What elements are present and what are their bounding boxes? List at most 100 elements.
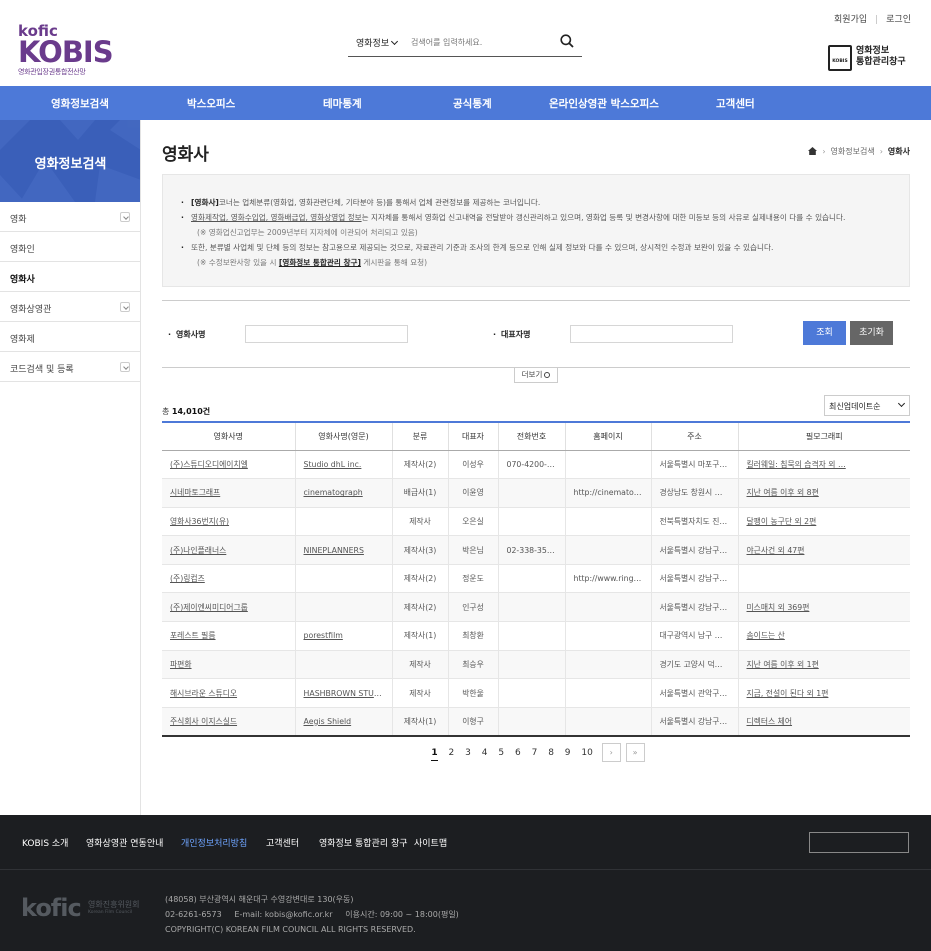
table-cell[interactable]: 영화사36번지(유) [162,507,295,537]
table-cell[interactable]: 주식회사 이지스실드 [162,707,295,737]
chevron-down-icon[interactable] [120,302,130,312]
last-page-button[interactable]: » [625,743,645,762]
sidebar-item-code[interactable]: 코드검색 및 등록 [0,352,140,382]
gnb-theme-stats[interactable]: 테마통계 [323,96,362,111]
table-cell [294,592,392,623]
search-category-select[interactable]: 영화정보 [356,36,399,49]
table-cell[interactable]: 달팽이 농구단 외 2편 [737,507,910,537]
column-header: 필모그래피 [737,422,910,451]
chevron-down-icon[interactable] [120,212,130,222]
table-cell[interactable]: Studio dhL inc. [294,450,392,480]
login-link[interactable]: 로그인 [886,12,911,25]
table-cell[interactable]: 솜이드는 산 [737,621,910,651]
footer-link-about[interactable]: KOBIS 소개 [22,836,68,849]
table-cell[interactable]: 파편화 [162,650,295,680]
table-cell[interactable]: HASHBROWN STUDIO [294,678,392,708]
table-cell[interactable]: Aegis Shield [294,707,392,737]
table-cell[interactable]: 해시브라운 스튜디오 [162,678,295,708]
gnb-movie-search[interactable]: 영화정보검색 [51,96,109,111]
footer-link-theater-integration[interactable]: 영화상영관 연동안내 [86,836,163,849]
table-cell[interactable]: 포레스트 필름 [162,621,295,651]
total-count: 총 14,010건 [162,406,210,417]
table-cell [294,507,392,537]
table-cell[interactable]: 디렉터스 체어 [737,707,910,737]
footer-link-privacy[interactable]: 개인정보처리방침 [181,836,247,849]
search-input[interactable] [411,34,551,50]
table-cell[interactable]: (주)링컴즈 [162,564,295,594]
gnb-boxoffice[interactable]: 박스오피스 [187,96,235,111]
table-cell[interactable]: (주)제이엔씨미디어그룹 [162,592,295,623]
footer-link-support[interactable]: 고객센터 [266,836,299,849]
table-cell[interactable]: 시네마토그래프 [162,478,295,508]
table-cell [564,707,651,737]
page-link[interactable]: 9 [565,743,571,763]
info-portal-link[interactable]: KOBIS 영화정보 통합관리창구 [828,45,918,73]
sidebar-item-movie[interactable]: 영화 [0,202,140,232]
sidebar-item-festival[interactable]: 영화제 [0,322,140,352]
table-cell: 대구광역시 남구 … [650,621,738,651]
page-link[interactable]: 7 [532,743,538,763]
page-link[interactable]: 8 [548,743,554,763]
page-link[interactable]: 2 [449,743,455,763]
table-cell: 오은실 [447,507,498,537]
ceo-name-label: 대표자명 [493,329,530,340]
page-link[interactable]: 6 [515,743,521,763]
chevron-down-icon [391,37,399,46]
table-cell[interactable]: (주)스튜디오디에이치엘 [162,450,295,480]
table-cell[interactable]: 지난 여름 이후 외 1편 [737,650,910,680]
search-button[interactable]: 조회 [803,321,846,345]
home-icon[interactable] [808,147,818,155]
page-link[interactable]: 10 [581,743,592,763]
gnb-customer-center[interactable]: 고객센터 [716,96,755,111]
site-header: kofic KOBIS 영화관입장권통합전산망 영화정보 회원가입 로그인 KOB… [0,0,931,86]
table-cell: 박한울 [447,678,498,708]
search-icon[interactable] [560,34,574,48]
table-cell [564,592,651,623]
sidebar-item-company[interactable]: 영화사 [0,262,140,292]
page-link[interactable]: 3 [465,743,471,763]
table-cell[interactable]: cinematograph [294,478,392,508]
sidebar-item-people[interactable]: 영화인 [0,232,140,262]
chevron-down-icon[interactable] [120,362,130,372]
sort-select[interactable]: 최신업데이트순 [824,395,910,416]
portal-label-line1: 영화정보 [856,46,890,56]
sidebar-item-theater[interactable]: 영화상영관 [0,292,140,322]
kobis-logo[interactable]: kofic KOBIS 영화관입장권통합전산망 [18,24,114,77]
footer-link-portal[interactable]: 영화정보 통합관리 창구 [319,836,408,849]
table-cell: 이윤영 [447,478,498,508]
footer-link-sitemap[interactable]: 사이트맵 [414,836,447,849]
table-row: 파편화 제작사 최승우 경기도 고양시 덕… 지난 여름 이후 외 1편 [162,650,910,680]
more-options-button[interactable]: 더보기 [514,368,558,383]
portal-label-line2: 통합관리창구 [856,57,906,67]
table-cell[interactable]: (주)나인플래너스 [162,535,295,565]
next-page-button[interactable]: › [601,743,621,762]
table-cell: 경기도 고양시 덕… [650,650,738,680]
sidebar-item-label: 영화사 [10,275,35,285]
portal-board-link[interactable]: [영화정보 통합관리 창구] [279,258,361,267]
page-link[interactable]: 4 [482,743,488,763]
table-cell[interactable]: http://www.ringc… [564,564,651,594]
table-cell[interactable]: 미스매치 외 369편 [737,592,910,623]
table-cell[interactable]: 야근사건 외 47편 [737,535,910,565]
reset-button[interactable]: 초기화 [850,321,893,345]
main-navigation: 영화정보검색 박스오피스 테마통계 공식통계 온라인상영관 박스오피스 고객센터 [0,86,931,120]
family-site-select[interactable] [809,832,909,853]
sidebar-title-text: 영화정보검색 [34,157,107,172]
table-cell[interactable]: 지난 여름 이후 외 8편 [737,478,910,508]
ceo-name-input[interactable] [570,325,733,343]
table-cell: 이성우 [447,450,498,480]
table-cell[interactable]: http://cinematog… [564,478,651,508]
join-link[interactable]: 회원가입 [834,12,867,25]
table-cell[interactable]: NINEPLANNERS [294,535,392,565]
page-link[interactable]: 5 [498,743,504,763]
company-name-input[interactable] [245,325,408,343]
gnb-official-stats[interactable]: 공식통계 [453,96,492,111]
table-cell[interactable]: 지금, 전설이 된다 외 1편 [737,678,910,708]
column-header: 홈페이지 [564,422,651,451]
page-link[interactable]: 1 [431,746,438,761]
breadcrumb-item[interactable]: 영화정보검색 [831,147,875,156]
table-cell[interactable]: 킬러웨일: 침묵의 습격자 외 … [737,450,910,480]
gnb-online-boxoffice[interactable]: 온라인상영관 박스오피스 [549,96,659,111]
table-cell[interactable]: porestfilm [294,621,392,651]
table-cell [497,564,565,594]
